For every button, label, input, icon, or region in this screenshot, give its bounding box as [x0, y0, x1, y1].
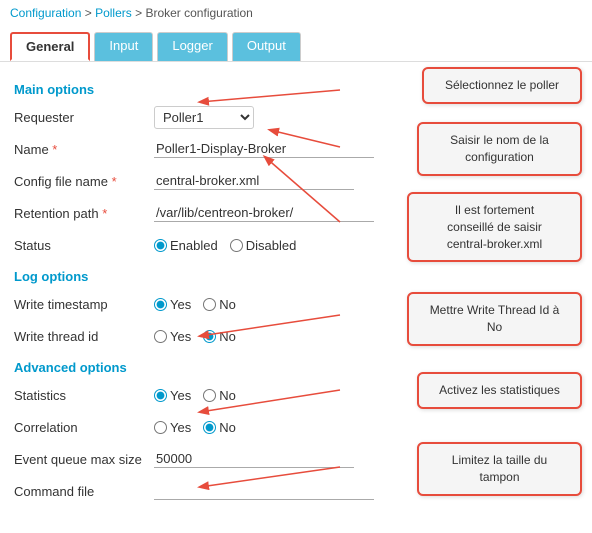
- tab-logger[interactable]: Logger: [157, 32, 227, 61]
- tab-bar: General Input Logger Output: [0, 26, 592, 62]
- radio-timestamp-yes[interactable]: Yes: [154, 297, 191, 312]
- input-name[interactable]: [154, 140, 374, 158]
- radio-input-correlation-yes[interactable]: [154, 421, 167, 434]
- radio-status-enabled[interactable]: Enabled: [154, 238, 218, 253]
- breadcrumb-configuration[interactable]: Configuration: [10, 6, 81, 20]
- tab-output[interactable]: Output: [232, 32, 301, 61]
- tab-input[interactable]: Input: [94, 32, 153, 61]
- radio-input-timestamp-yes[interactable]: [154, 298, 167, 311]
- radio-statistics-yes[interactable]: Yes: [154, 388, 191, 403]
- callout-stats: Activez les statistiques: [417, 372, 582, 409]
- section-log-options: Log options: [14, 269, 578, 284]
- callout-name: Saisir le nom de laconfiguration: [417, 122, 582, 176]
- label-correlation: Correlation: [14, 420, 154, 435]
- radio-input-enabled[interactable]: [154, 239, 167, 252]
- radio-status-disabled[interactable]: Disabled: [230, 238, 297, 253]
- input-event-queue-max-size[interactable]: [154, 450, 354, 468]
- radio-input-statistics-yes[interactable]: [154, 389, 167, 402]
- radio-statistics-no[interactable]: No: [203, 388, 236, 403]
- label-write-thread-id: Write thread id: [14, 329, 154, 344]
- radio-input-thread-no[interactable]: [203, 330, 216, 343]
- radio-input-disabled[interactable]: [230, 239, 243, 252]
- tab-general[interactable]: General: [10, 32, 90, 61]
- radio-correlation-no[interactable]: No: [203, 420, 236, 435]
- callout-tampon: Limitez la taille dutampon: [417, 442, 582, 496]
- radio-input-correlation-no[interactable]: [203, 421, 216, 434]
- callout-config: Il est fortementconseillé de saisircentr…: [407, 192, 582, 262]
- callout-poller: Sélectionnez le poller: [422, 67, 582, 104]
- label-requester: Requester: [14, 110, 154, 125]
- breadcrumb: Configuration > Pollers > Broker configu…: [0, 0, 592, 26]
- input-config-file-name[interactable]: [154, 172, 354, 190]
- radio-thread-no[interactable]: No: [203, 329, 236, 344]
- breadcrumb-current: Broker configuration: [145, 6, 252, 20]
- label-command-file: Command file: [14, 484, 154, 499]
- label-event-queue-max-size: Event queue max size: [14, 452, 154, 467]
- radio-thread-yes[interactable]: Yes: [154, 329, 191, 344]
- select-requester[interactable]: Poller1: [154, 106, 254, 129]
- radio-timestamp-no[interactable]: No: [203, 297, 236, 312]
- label-status: Status: [14, 238, 154, 253]
- input-retention-path[interactable]: [154, 204, 374, 222]
- label-write-timestamp: Write timestamp: [14, 297, 154, 312]
- label-statistics: Statistics: [14, 388, 154, 403]
- main-content: Main options Requester Poller1 Name * Co…: [0, 62, 592, 519]
- label-retention-path: Retention path *: [14, 206, 154, 221]
- radio-input-statistics-no[interactable]: [203, 389, 216, 402]
- radio-correlation-yes[interactable]: Yes: [154, 420, 191, 435]
- row-correlation: Correlation Yes No: [14, 413, 578, 441]
- breadcrumb-pollers[interactable]: Pollers: [95, 6, 132, 20]
- input-command-file[interactable]: [154, 482, 374, 500]
- radio-input-thread-yes[interactable]: [154, 330, 167, 343]
- callout-thread: Mettre Write Thread Id àNo: [407, 292, 582, 346]
- radio-input-timestamp-no[interactable]: [203, 298, 216, 311]
- label-config-file-name: Config file name *: [14, 174, 154, 189]
- label-name: Name *: [14, 142, 154, 157]
